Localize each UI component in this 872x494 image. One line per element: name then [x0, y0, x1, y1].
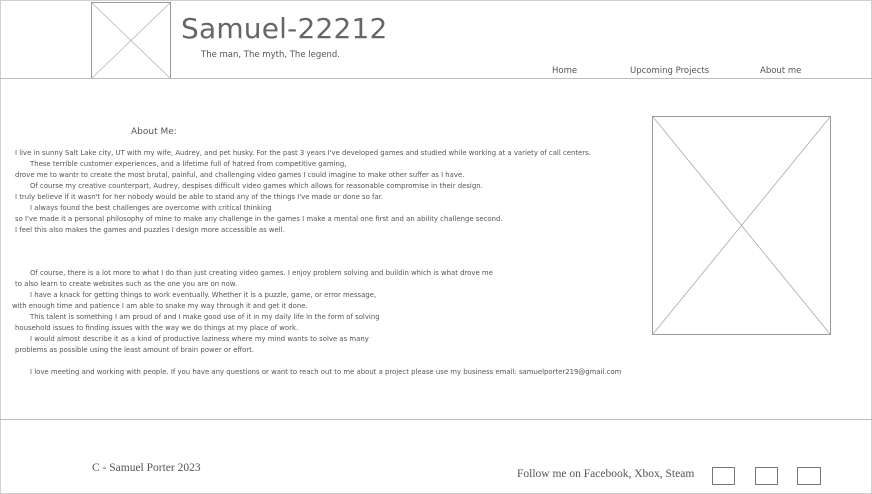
- about-line: I truly believe if it wasn't for her nob…: [15, 193, 384, 201]
- footer-divider: [0, 419, 872, 420]
- facebook-link-icon[interactable]: [712, 467, 735, 485]
- about-line: I would almost describe it as a kind of …: [30, 335, 369, 343]
- image-placeholder-icon: [92, 3, 170, 78]
- about-line: This talent is something I am proud of a…: [30, 313, 380, 321]
- contact-line: I love meeting and working with people. …: [30, 368, 622, 376]
- nav-about-me[interactable]: About me: [760, 66, 801, 76]
- about-line: drove me to wantr to create the most bru…: [15, 171, 465, 179]
- image-placeholder-icon: [653, 117, 830, 334]
- logo-placeholder: [91, 2, 171, 79]
- follow-text: Follow me on Facebook, Xbox, Steam: [517, 468, 695, 480]
- about-line: I have a knack for getting things to wor…: [30, 291, 377, 299]
- about-line: Of course my creative counterpart, Audre…: [30, 182, 483, 190]
- steam-link-icon[interactable]: [797, 467, 821, 485]
- about-heading: About Me:: [131, 127, 177, 137]
- site-tagline: The man, The myth, The legend.: [201, 50, 340, 60]
- nav-home[interactable]: Home: [552, 66, 577, 76]
- site-title: Samuel-22212: [181, 12, 388, 45]
- xbox-link-icon[interactable]: [755, 467, 778, 485]
- about-line: to also learn to create websites such as…: [15, 280, 238, 288]
- nav-upcoming-projects[interactable]: Upcoming Projects: [630, 66, 709, 76]
- profile-image-placeholder: [652, 116, 831, 335]
- about-line: I feel this also makes the games and puz…: [15, 226, 285, 234]
- about-line: These terrible customer experiences, and…: [30, 160, 347, 168]
- header-divider: [0, 78, 872, 79]
- copyright-text: C - Samuel Porter 2023: [92, 462, 201, 474]
- about-line: with enough time and patience I am able …: [12, 302, 308, 310]
- about-line: I always found the best challenges are o…: [30, 204, 272, 212]
- about-line: household issues to finding issues with …: [15, 324, 299, 332]
- about-line: problems as possible using the least amo…: [15, 346, 255, 354]
- about-line: Of course, there is a lot more to what I…: [30, 269, 493, 277]
- about-line: I live in sunny Salt Lake city, UT with …: [15, 149, 591, 157]
- about-line: so I've made it a personal philosophy of…: [15, 215, 503, 223]
